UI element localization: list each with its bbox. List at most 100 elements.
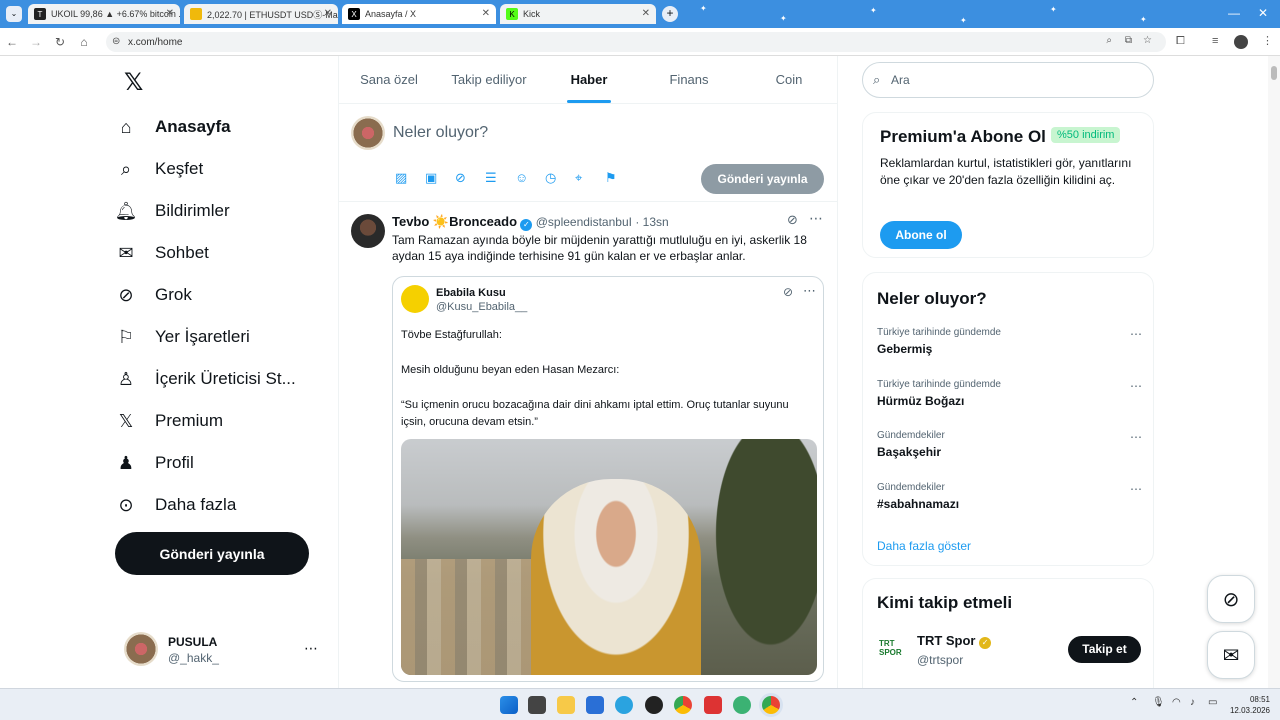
more-icon[interactable]: ⋯: [1130, 482, 1142, 496]
scrollbar-thumb[interactable]: [1271, 66, 1277, 80]
tab-news[interactable]: Haber: [539, 56, 639, 103]
new-tab-button[interactable]: +: [662, 6, 678, 22]
more-icon[interactable]: ⋯: [803, 283, 816, 299]
browser-tab[interactable]: T UKOIL 99,86 ▲ +6.67% bitcoin ... ✕: [28, 4, 180, 24]
flag-icon[interactable]: ⚑: [605, 170, 635, 186]
microphone-icon[interactable]: 🎙︎: [1152, 697, 1165, 708]
show-more-link[interactable]: Daha fazla göster: [877, 539, 971, 553]
grok-icon[interactable]: ⊘: [783, 285, 793, 299]
nav-item-profile[interactable]: ♟ Profil: [115, 442, 194, 484]
tab-following[interactable]: Takip ediliyor: [439, 56, 539, 103]
more-icon[interactable]: ⋯: [1130, 327, 1142, 341]
extensions-icon[interactable]: ⧠: [1176, 35, 1185, 48]
gif-icon[interactable]: ▣: [425, 170, 455, 186]
browser-tab[interactable]: 2,022.70 | ETHUSDT USDⓈ-Ma... ✕: [184, 4, 338, 24]
file-explorer-icon[interactable]: [557, 696, 575, 714]
tweet-author-handle[interactable]: @spleendistanbuI: [536, 215, 632, 229]
subscribe-button[interactable]: Abone ol: [880, 221, 962, 249]
zoom-icon[interactable]: ⌕: [1106, 35, 1112, 46]
profile-avatar[interactable]: [1234, 35, 1248, 49]
poll-icon[interactable]: ☰: [485, 170, 515, 186]
grok-icon[interactable]: ⊘: [455, 170, 485, 186]
telegram-icon[interactable]: [615, 696, 633, 714]
location-icon[interactable]: ⌖: [575, 170, 605, 186]
grok-float-button[interactable]: ⊘: [1207, 575, 1255, 623]
back-icon[interactable]: ←: [0, 35, 24, 49]
more-icon[interactable]: ⋯: [809, 210, 823, 227]
trend-item[interactable]: Gündemdekiler #sabahnamazı ⋯: [877, 482, 1142, 528]
reload-icon[interactable]: ↻: [48, 35, 72, 49]
avatar[interactable]: [351, 214, 385, 248]
close-icon[interactable]: ✕: [166, 8, 174, 19]
tab-coin[interactable]: Coin: [739, 56, 837, 103]
install-icon[interactable]: ⧉: [1125, 35, 1132, 46]
address-bar[interactable]: ⊜ x.com/home ⌕ ⧉ ☆: [106, 32, 1166, 52]
site-info-icon[interactable]: ⊜: [112, 36, 120, 47]
more-icon[interactable]: ⋯: [1130, 430, 1142, 444]
compose-input[interactable]: Neler oluyor?: [393, 124, 488, 142]
tab-finance[interactable]: Finans: [639, 56, 739, 103]
app-icon[interactable]: [645, 696, 663, 714]
menu-icon[interactable]: ⋮: [1262, 34, 1273, 47]
tweet[interactable]: Tevbo ☀️Bronceado ✓ @spleendistanbuI · 1…: [339, 202, 837, 688]
tab-for-you[interactable]: Sana özel: [339, 56, 439, 103]
x-logo-icon[interactable]: 𝕏: [124, 68, 143, 97]
person-icon: ♟: [117, 452, 135, 473]
browser-tab-active[interactable]: X Anasayfa / X ✕: [342, 4, 496, 24]
quoted-tweet[interactable]: Ebabila Kusu @Kusu_Ebabila__ ⊘ ⋯ Tövbe E…: [392, 276, 824, 682]
trend-item[interactable]: Gündemdekiler Başakşehir ⋯: [877, 430, 1142, 476]
quote-photo[interactable]: [401, 439, 817, 675]
snipping-tool-icon[interactable]: [704, 696, 722, 714]
app-icon[interactable]: [733, 696, 751, 714]
outlook-icon[interactable]: [586, 696, 604, 714]
nav-item-explore[interactable]: ⌕ Keşfet: [115, 148, 203, 190]
forward-icon[interactable]: →: [24, 35, 48, 49]
image-icon[interactable]: ▨: [395, 170, 425, 186]
trend-item[interactable]: Türkiye tarihinde gündemde Gebermiş ⋯: [877, 327, 1142, 373]
home-icon[interactable]: ⌂: [72, 35, 96, 49]
page-scrollbar[interactable]: [1268, 56, 1280, 688]
volume-icon[interactable]: ♪: [1190, 697, 1195, 708]
minimize-icon[interactable]: —: [1228, 6, 1240, 20]
nav-item-grok[interactable]: ⊘ Grok: [115, 274, 191, 316]
battery-icon[interactable]: ▭: [1208, 697, 1217, 708]
chrome-icon[interactable]: [674, 696, 692, 714]
more-icon[interactable]: ⋯: [1130, 379, 1142, 393]
start-icon[interactable]: [500, 696, 518, 714]
account-switcher[interactable]: PUSULA @_hakk_ ⋯: [124, 632, 324, 668]
chrome-active-icon[interactable]: [762, 696, 780, 714]
nav-item-creator-studio[interactable]: ♙ İçerik Üreticisi St...: [115, 358, 296, 400]
close-window-icon[interactable]: ✕: [1258, 6, 1268, 20]
schedule-icon[interactable]: ◷: [545, 170, 575, 186]
clock[interactable]: 08:51 12.03.2026: [1226, 694, 1270, 716]
tweet-author-name[interactable]: Tevbo ☀️Bronceado: [392, 214, 517, 229]
messages-float-button[interactable]: ✉: [1207, 631, 1255, 679]
nav-item-bookmarks[interactable]: ⚐ Yer İşaretleri: [115, 316, 250, 358]
nav-item-home[interactable]: ⌂ Anasayfa: [115, 106, 231, 148]
task-view-icon[interactable]: [528, 696, 546, 714]
close-icon[interactable]: ✕: [324, 8, 332, 19]
grok-icon[interactable]: ⊘: [787, 212, 798, 228]
tab-list-button[interactable]: ⌄: [6, 6, 22, 22]
bookmark-star-icon[interactable]: ☆: [1143, 35, 1152, 46]
tweet-time[interactable]: · 13sn: [635, 215, 668, 229]
close-icon[interactable]: ✕: [642, 8, 650, 19]
nav-item-notifications[interactable]: 🔔︎ Bildirimler: [115, 190, 230, 232]
nav-item-chat[interactable]: ✉ Sohbet: [115, 232, 208, 274]
post-button[interactable]: Gönderi yayınla: [115, 532, 309, 575]
nav-item-premium[interactable]: 𝕏 Premium: [115, 400, 223, 442]
follow-button[interactable]: Takip et: [1068, 636, 1141, 663]
compose-post-button[interactable]: Gönderi yayınla: [701, 164, 824, 194]
search-input[interactable]: ⌕ Ara: [862, 62, 1154, 98]
suggested-account-name[interactable]: TRT Spor ✓: [917, 633, 992, 649]
trend-item[interactable]: Türkiye tarihinde gündemde Hürmüz Boğazı…: [877, 379, 1142, 425]
nav-item-more[interactable]: ⊙ Daha fazla: [115, 484, 236, 526]
chevron-up-icon[interactable]: ⌃: [1130, 697, 1138, 708]
reading-list-icon[interactable]: ≡: [1212, 35, 1218, 47]
tweet-header: Tevbo ☀️Bronceado ✓ @spleendistanbuI · 1…: [392, 214, 669, 231]
wifi-icon[interactable]: ◠: [1172, 697, 1181, 708]
emoji-icon[interactable]: ☺: [515, 170, 545, 186]
browser-tab[interactable]: K Kick ✕: [500, 4, 656, 24]
close-icon[interactable]: ✕: [482, 8, 490, 19]
more-icon[interactable]: ⋯: [304, 640, 318, 657]
